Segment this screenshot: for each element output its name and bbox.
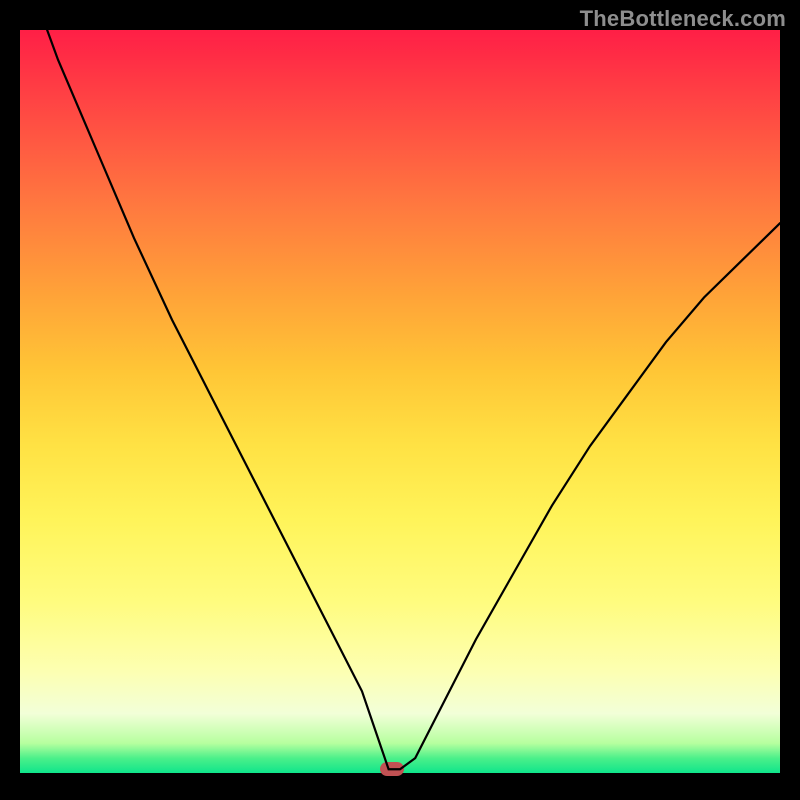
chart-frame: TheBottleneck.com [0,0,800,800]
bottleneck-curve [20,30,780,769]
watermark-text: TheBottleneck.com [580,6,786,32]
gradient-plot-area [20,30,780,773]
curve-svg [20,30,780,773]
